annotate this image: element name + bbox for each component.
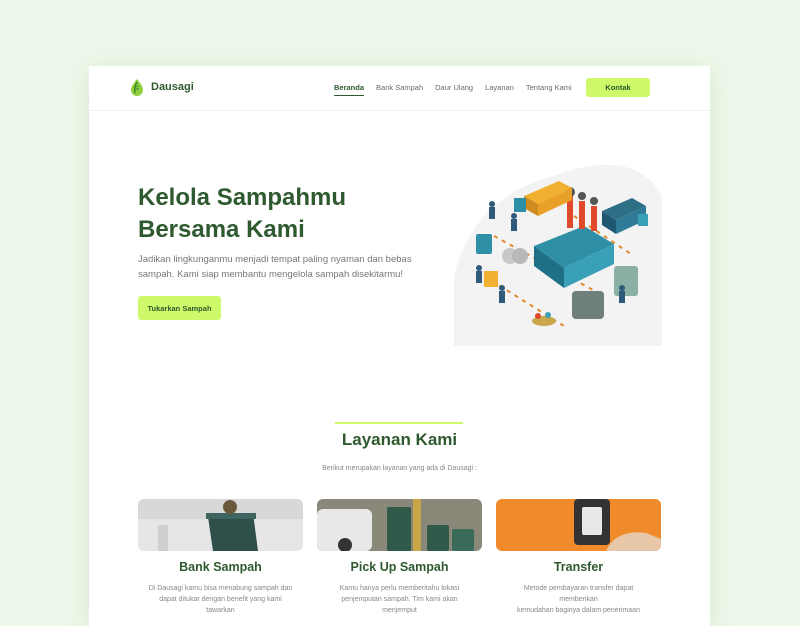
- service-card-title: Bank Sampah: [179, 560, 262, 574]
- nav-menu: Beranda Bank Sampah Daur Ulang Layanan T…: [334, 83, 584, 96]
- service-card-bank-sampah[interactable]: Bank Sampah Di Dausagi kamu bisa menabun…: [138, 499, 303, 616]
- section-divider: [335, 422, 463, 424]
- brand-name: Dausagi: [151, 81, 194, 93]
- service-card-pick-up-sampah[interactable]: Pick Up Sampah Kamu hanya perlu memberit…: [317, 499, 482, 616]
- hero-title-line2: Bersama Kami: [138, 216, 305, 243]
- service-card-desc-line1: Di Dausagi kamu bisa menabung sampah dan: [148, 585, 293, 592]
- service-card-desc-line2: dapat ditukar dengan benefit yang kami t…: [159, 596, 282, 614]
- nav-item-tentang-kami[interactable]: Tentang Kami: [526, 83, 572, 96]
- navbar: Dausagi Beranda Bank Sampah Daur Ulang L…: [89, 66, 710, 111]
- nav-item-bank-sampah[interactable]: Bank Sampah: [376, 83, 423, 96]
- hero-title: Kelola Sampahmu Bersama Kami: [138, 182, 398, 246]
- exchange-waste-button[interactable]: Tukarkan Sampah: [138, 296, 221, 320]
- nav-item-daur-ulang[interactable]: Daur Ulang: [435, 83, 473, 96]
- service-card-desc-line2: penjemputan sampah. Tim kami akan menjem…: [341, 596, 458, 614]
- service-card-title: Pick Up Sampah: [350, 560, 449, 574]
- pick-up-sampah-image: [317, 499, 482, 551]
- service-card-desc-line1: Metode pembayaran transfer dapat memberi…: [523, 585, 634, 603]
- hero-title-line1: Kelola Sampahmu: [138, 184, 347, 211]
- service-card-transfer[interactable]: Transfer Metode pembayaran transfer dapa…: [496, 499, 661, 616]
- browser-frame: Dausagi Beranda Bank Sampah Daur Ulang L…: [89, 66, 710, 626]
- waste-management-illustration: [454, 164, 662, 346]
- nav-item-beranda[interactable]: Beranda: [334, 83, 365, 96]
- service-card-title: Transfer: [553, 560, 604, 574]
- bank-sampah-image: [138, 499, 303, 551]
- hero-description-line2: sampah. Kami siap membantu mengelola sam…: [138, 269, 404, 280]
- services-subtitle: Berikut merupakan layanan yang ada di Da…: [322, 465, 477, 472]
- transfer-image: [496, 499, 661, 551]
- contact-button[interactable]: Kontak: [586, 78, 650, 97]
- services-title: Layanan Kami: [341, 430, 458, 449]
- leaf-drop-icon: [131, 79, 143, 96]
- brand[interactable]: Dausagi: [129, 78, 194, 96]
- service-card-desc-line1: Kamu hanya perlu memberitahu lokasi: [339, 585, 460, 592]
- nav-item-layanan[interactable]: Layanan: [485, 83, 514, 96]
- hero-description-line1: Jadikan lingkunganmu menjadi tempat pali…: [138, 254, 412, 265]
- hero-description: Jadikan lingkunganmu menjadi tempat pali…: [138, 252, 438, 282]
- service-card-desc-line2: kemudahan baginya dalam penerimaan: [517, 607, 640, 614]
